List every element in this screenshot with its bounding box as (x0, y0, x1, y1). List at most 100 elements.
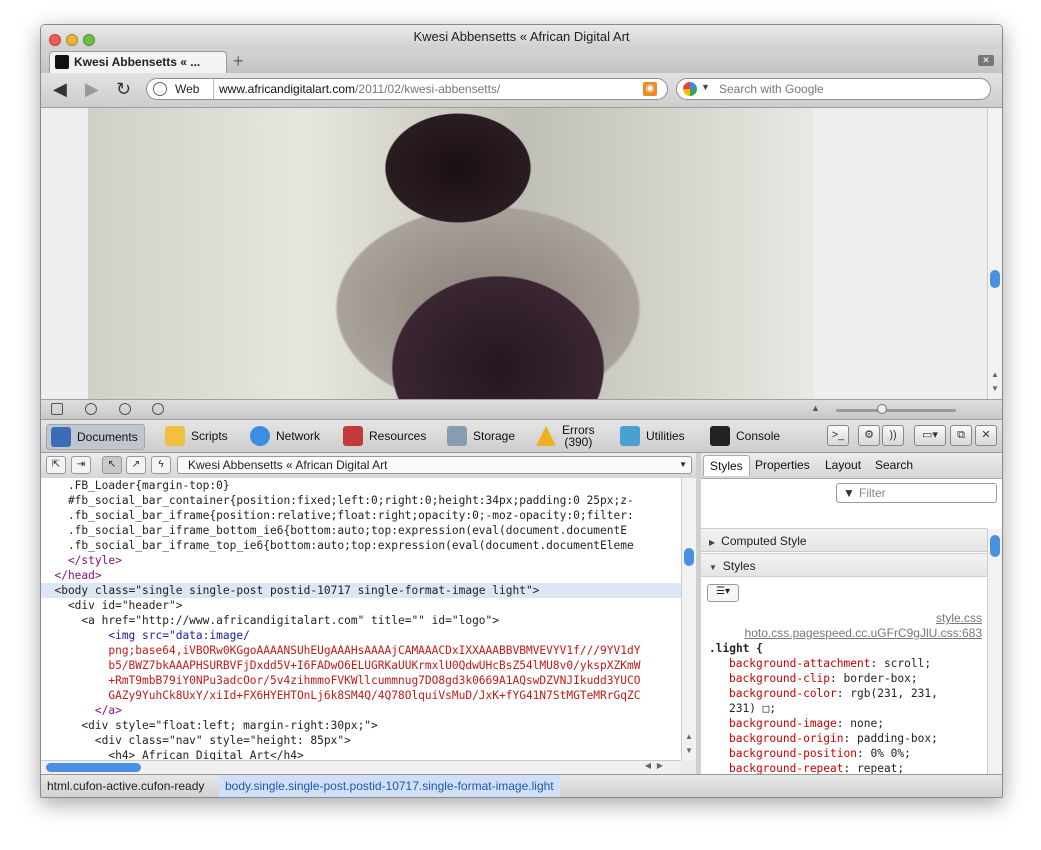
rule-property[interactable]: background-repeat: repeat; (729, 761, 904, 774)
styles-scrollbar[interactable] (987, 529, 1002, 774)
zoom-out-icon[interactable]: ▲ (811, 403, 820, 413)
speed-dial-icon[interactable] (152, 403, 164, 415)
dock-menu-icon[interactable]: ▭▾ (914, 425, 946, 446)
tab-scripts[interactable]: Scripts (161, 424, 228, 448)
page-scrollbar[interactable]: ▲ ▼ (987, 108, 1002, 399)
zoom-slider-knob[interactable] (877, 404, 887, 414)
code-line[interactable]: .fb_social_bar_iframe_bottom_ie6{bottom:… (41, 523, 627, 538)
close-window-icon[interactable] (49, 34, 61, 46)
property-name: background-color (729, 687, 837, 700)
breadcrumb-item[interactable]: html.cufon-active.cufon-ready (41, 775, 210, 797)
tab-search[interactable]: Search (869, 455, 919, 475)
utilities-icon (620, 426, 640, 446)
rule-property[interactable]: background-attachment: scroll; (729, 656, 931, 671)
code-line[interactable]: #fb_social_bar_container{position:fixed;… (41, 493, 634, 508)
tab-documents[interactable]: Documents (46, 424, 145, 450)
property-name: background-origin (729, 732, 844, 745)
page-scroll-thumb[interactable] (990, 270, 1000, 288)
scroll-right-icon[interactable]: ▶ (657, 761, 663, 770)
lightning-icon[interactable]: ϟ (151, 456, 171, 474)
code-line[interactable]: png;base64,iVBORw0KGgoAAAANSUhEUgAAAHsAA… (41, 643, 640, 658)
tab-storage[interactable]: Storage (443, 424, 515, 448)
code-line[interactable]: <div style="float:left; margin-right:30p… (41, 718, 377, 733)
dock-right-icon[interactable]: ⇥ (71, 456, 91, 474)
dom-tree-hscrollbar[interactable]: ◀ ▶ (41, 760, 681, 774)
close-devtools-icon[interactable]: ✕ (975, 425, 997, 446)
console-toggle-icon[interactable] (51, 403, 63, 415)
code-line[interactable]: <img src="data:image/ (41, 628, 249, 643)
filter-input[interactable]: ▼ Filter (836, 483, 997, 503)
scroll-up-icon[interactable]: ▲ (991, 370, 999, 379)
scroll-down-icon[interactable]: ▼ (685, 746, 693, 755)
code-line-selected[interactable]: <body class="single single-post postid-1… (41, 583, 681, 598)
command-line-button[interactable]: >_ (827, 425, 849, 446)
reload-icon[interactable]: ↻ (116, 79, 131, 100)
dom-tree-hscroll-thumb[interactable] (46, 763, 141, 772)
styles-section[interactable]: ▼ Styles (701, 553, 987, 577)
inspect-cursor-icon[interactable]: ↖ (102, 456, 122, 474)
google-icon (683, 82, 697, 96)
new-tab-button[interactable]: + (233, 51, 244, 72)
scroll-up-icon[interactable]: ▲ (685, 732, 693, 741)
rss-icon[interactable]: ◉ (643, 82, 657, 96)
styles-scroll-thumb[interactable] (990, 535, 1000, 557)
code-line[interactable]: GAZy9YuhCk8UxY/xiId+FX6HYEHTOnLj6k8SM4Q/… (41, 688, 640, 703)
breadcrumb-item-selected[interactable]: body.single.single-post.postid-10717.sin… (219, 775, 560, 797)
browser-tab[interactable]: Kwesi Abbensetts « ... (49, 51, 227, 73)
code-line[interactable]: <div id="header"> (41, 598, 183, 613)
style-options-icon[interactable]: ☰▾ (707, 584, 739, 602)
tab-properties[interactable]: Properties (749, 455, 816, 475)
select-element-icon[interactable]: ↗ (126, 456, 146, 474)
code-line[interactable]: <div class="nav" style="height: 85px"> (41, 733, 351, 748)
rule-property[interactable]: background-position: 0% 0%; (729, 746, 911, 761)
rule-property[interactable]: background-clip: border-box; (729, 671, 918, 686)
rule-property[interactable]: background-origin: padding-box; (729, 731, 938, 746)
back-icon[interactable]: ◀ (53, 79, 67, 100)
source-file-link[interactable]: style.css (936, 611, 982, 625)
zoom-window-icon[interactable] (83, 34, 95, 46)
tab-overflow-icon[interactable]: ✕ (978, 55, 994, 66)
scroll-down-icon[interactable]: ▼ (991, 384, 999, 393)
code-line[interactable]: <h4> African Digital Art</h4> (41, 748, 303, 760)
dock-left-icon[interactable]: ⇱ (46, 456, 66, 474)
computed-style-section[interactable]: ▶ Computed Style (701, 528, 987, 552)
dom-tree-scrollbar[interactable]: ▲ ▼ (681, 478, 696, 760)
tab-console[interactable]: Console (706, 424, 780, 448)
tab-resources[interactable]: Resources (339, 424, 426, 448)
source-file-long-link[interactable]: hoto.css.pagespeed.cc.uGFrC9gJlU.css:683 (745, 626, 982, 640)
code-line[interactable]: .fb_social_bar_iframe_top_ie6{bottom:aut… (41, 538, 634, 553)
tab-utilities[interactable]: Utilities (616, 424, 685, 448)
minimize-window-icon[interactable] (66, 34, 78, 46)
code-line[interactable]: +RmT9mbB79iY0NPu3adcOor/5v4zihmmoFVKWllc… (41, 673, 640, 688)
address-bar[interactable]: Web www.africandigitalart.com/2011/02/kw… (146, 78, 668, 100)
code-line[interactable]: </head> (41, 568, 101, 583)
forward-icon[interactable]: ▶ (85, 79, 99, 100)
code-line[interactable]: .FB_Loader{margin-top:0} (41, 478, 230, 493)
disclosure-down-icon: ▼ (709, 563, 717, 572)
search-field[interactable]: ▼ Search with Google (676, 78, 991, 100)
code-line[interactable]: b5/BWZ7bkAAAPHSURBVFjDxdd5V+I6FADwO6ELUG… (41, 658, 640, 673)
property-name: background-clip (729, 672, 831, 685)
share-icon[interactable] (119, 403, 131, 415)
cloud-icon[interactable] (85, 403, 97, 415)
title-bar: Kwesi Abbensetts « African Digital Art (41, 25, 1002, 49)
settings-gear-icon[interactable]: ⚙ (858, 425, 880, 446)
scroll-left-icon[interactable]: ◀ (645, 761, 651, 770)
tab-layout[interactable]: Layout (819, 455, 867, 475)
document-select[interactable]: Kwesi Abbensetts « African Digital Art ▼ (177, 456, 692, 474)
code-line[interactable]: <a href="http://www.africandigitalart.co… (41, 613, 499, 628)
url-text[interactable]: www.africandigitalart.com/2011/02/kwesi-… (219, 82, 500, 96)
dom-tree-scroll-thumb[interactable] (684, 548, 694, 566)
chevron-down-icon[interactable]: ▼ (701, 82, 710, 92)
tab-errors[interactable]: Errors (390) (532, 424, 595, 448)
tab-styles[interactable]: Styles (703, 455, 750, 476)
remote-debug-icon[interactable]: )) (882, 425, 904, 446)
code-line[interactable]: .fb_social_bar_iframe{position:relative;… (41, 508, 634, 523)
code-line[interactable]: </style> (41, 553, 122, 568)
zoom-slider[interactable] (836, 409, 956, 412)
rule-property[interactable]: background-color: rgb(231, 231, (729, 686, 938, 701)
tab-network[interactable]: Network (246, 424, 320, 448)
rule-property[interactable]: background-image: none; (729, 716, 884, 731)
detach-icon[interactable]: ⧉ (950, 425, 972, 446)
code-line[interactable]: </a> (41, 703, 122, 718)
